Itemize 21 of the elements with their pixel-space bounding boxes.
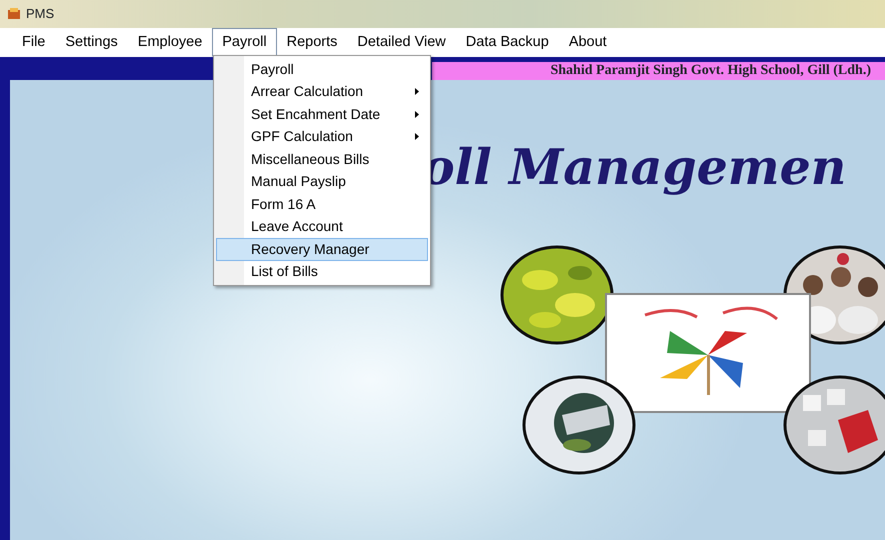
menu-item[interactable]: Data Backup — [456, 28, 559, 58]
menu-item[interactable]: Form 16 A — [216, 193, 428, 216]
menu-item[interactable]: List of Bills — [216, 260, 428, 283]
menu-item[interactable]: Miscellaneous Bills — [216, 148, 428, 170]
menu-item[interactable]: Payroll — [216, 58, 428, 80]
window-title: PMS — [26, 5, 54, 24]
menu-item[interactable]: Reports — [276, 28, 348, 58]
menu-item[interactable]: About — [558, 28, 617, 58]
menu-item[interactable]: File — [12, 28, 56, 58]
menu-item[interactable]: Arrear Calculation — [216, 80, 428, 103]
school-banner: Shahid Paramjit Singh Govt. High School, Gill (Ldh.) — [432, 62, 885, 80]
menu-item[interactable]: Set Encahment Date — [216, 103, 428, 126]
menu-item[interactable]: Detailed View — [347, 28, 456, 58]
menu-item[interactable]: Employee — [128, 28, 212, 58]
menu-item[interactable]: Payroll — [212, 28, 277, 58]
app-icon — [7, 7, 21, 21]
menu-item[interactable]: Settings — [55, 28, 128, 58]
menu-item[interactable]: Manual Payslip — [216, 170, 428, 193]
menu-item[interactable]: Leave Account — [216, 216, 428, 238]
menu-item[interactable]: GPF Calculation — [216, 126, 428, 148]
menu-item[interactable]: Recovery Manager — [216, 238, 428, 260]
